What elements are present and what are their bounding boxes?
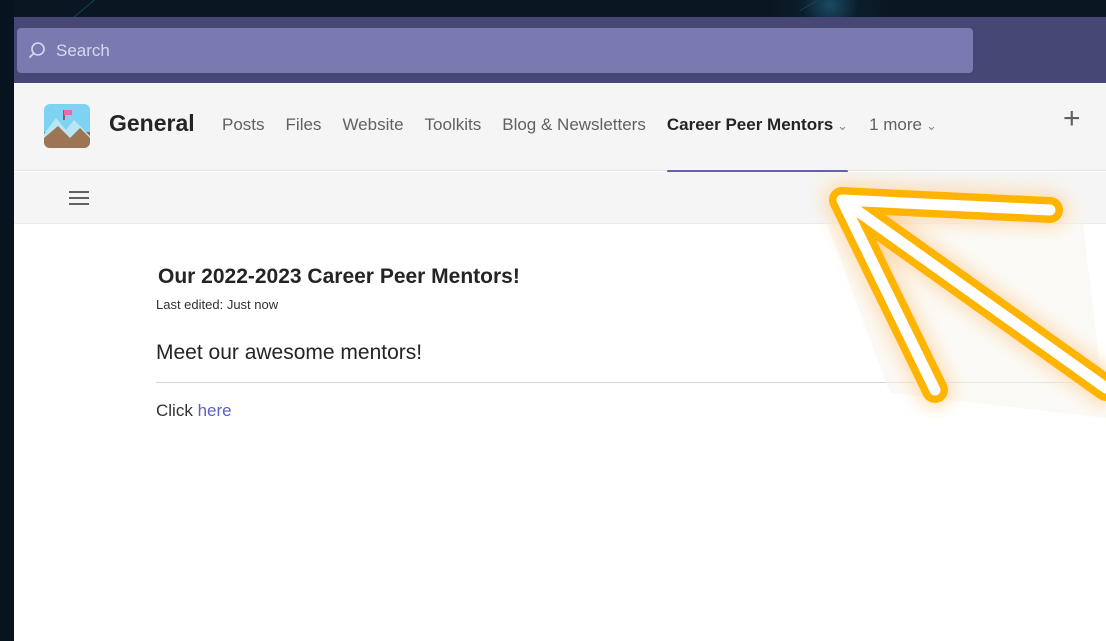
click-here-line: Click here <box>156 401 232 421</box>
hamburger-menu-icon[interactable] <box>69 190 89 206</box>
tab-label: 1 more <box>869 115 922 134</box>
search-input[interactable]: Search <box>17 28 973 73</box>
here-link[interactable]: here <box>198 401 232 420</box>
tab-label: Posts <box>222 115 265 134</box>
hamburger-line <box>69 191 89 193</box>
tab-label: Toolkits <box>424 115 482 134</box>
tab-website[interactable]: Website <box>342 115 403 171</box>
team-avatar[interactable] <box>44 104 90 148</box>
click-prefix: Click <box>156 401 193 420</box>
tab-career-peer-mentors[interactable]: Career Peer Mentors ⌄ <box>666 115 849 173</box>
tab-posts[interactable]: Posts <box>222 115 265 171</box>
desktop-left-edge <box>0 0 14 641</box>
tab-label: Files <box>285 115 322 134</box>
last-edited-text: Last edited: Just now <box>156 297 279 312</box>
arrow-annotation-icon <box>810 178 1106 418</box>
channel-title: General <box>109 110 195 136</box>
page-title: Our 2022-2023 Career Peer Mentors! <box>158 265 520 288</box>
chevron-down-icon: ⌄ <box>926 118 937 133</box>
plus-icon[interactable]: + <box>1063 104 1081 134</box>
title-bar: Search <box>14 17 1106 83</box>
tab-label: Website <box>342 115 404 134</box>
hamburger-line <box>69 203 89 205</box>
tab-blog-newsletters[interactable]: Blog & Newsletters <box>502 115 646 171</box>
tab-label: Blog & Newsletters <box>502 115 646 134</box>
chevron-down-icon[interactable]: ⌄ <box>837 118 848 133</box>
tab-files[interactable]: Files <box>286 115 322 171</box>
search-placeholder: Search <box>56 40 110 60</box>
tab-label: Career Peer Mentors <box>666 115 834 134</box>
channel-tabs: Posts Files Website Toolkits Blog & News… <box>222 115 958 173</box>
hamburger-line <box>69 197 89 199</box>
channel-header: General Posts Files Website Toolkits Blo… <box>14 83 1106 173</box>
tab-more[interactable]: 1 more ⌄ <box>869 115 937 171</box>
tab-toolkits[interactable]: Toolkits <box>425 115 482 171</box>
section-heading: Meet our awesome mentors! <box>156 341 423 364</box>
search-icon <box>28 39 52 63</box>
